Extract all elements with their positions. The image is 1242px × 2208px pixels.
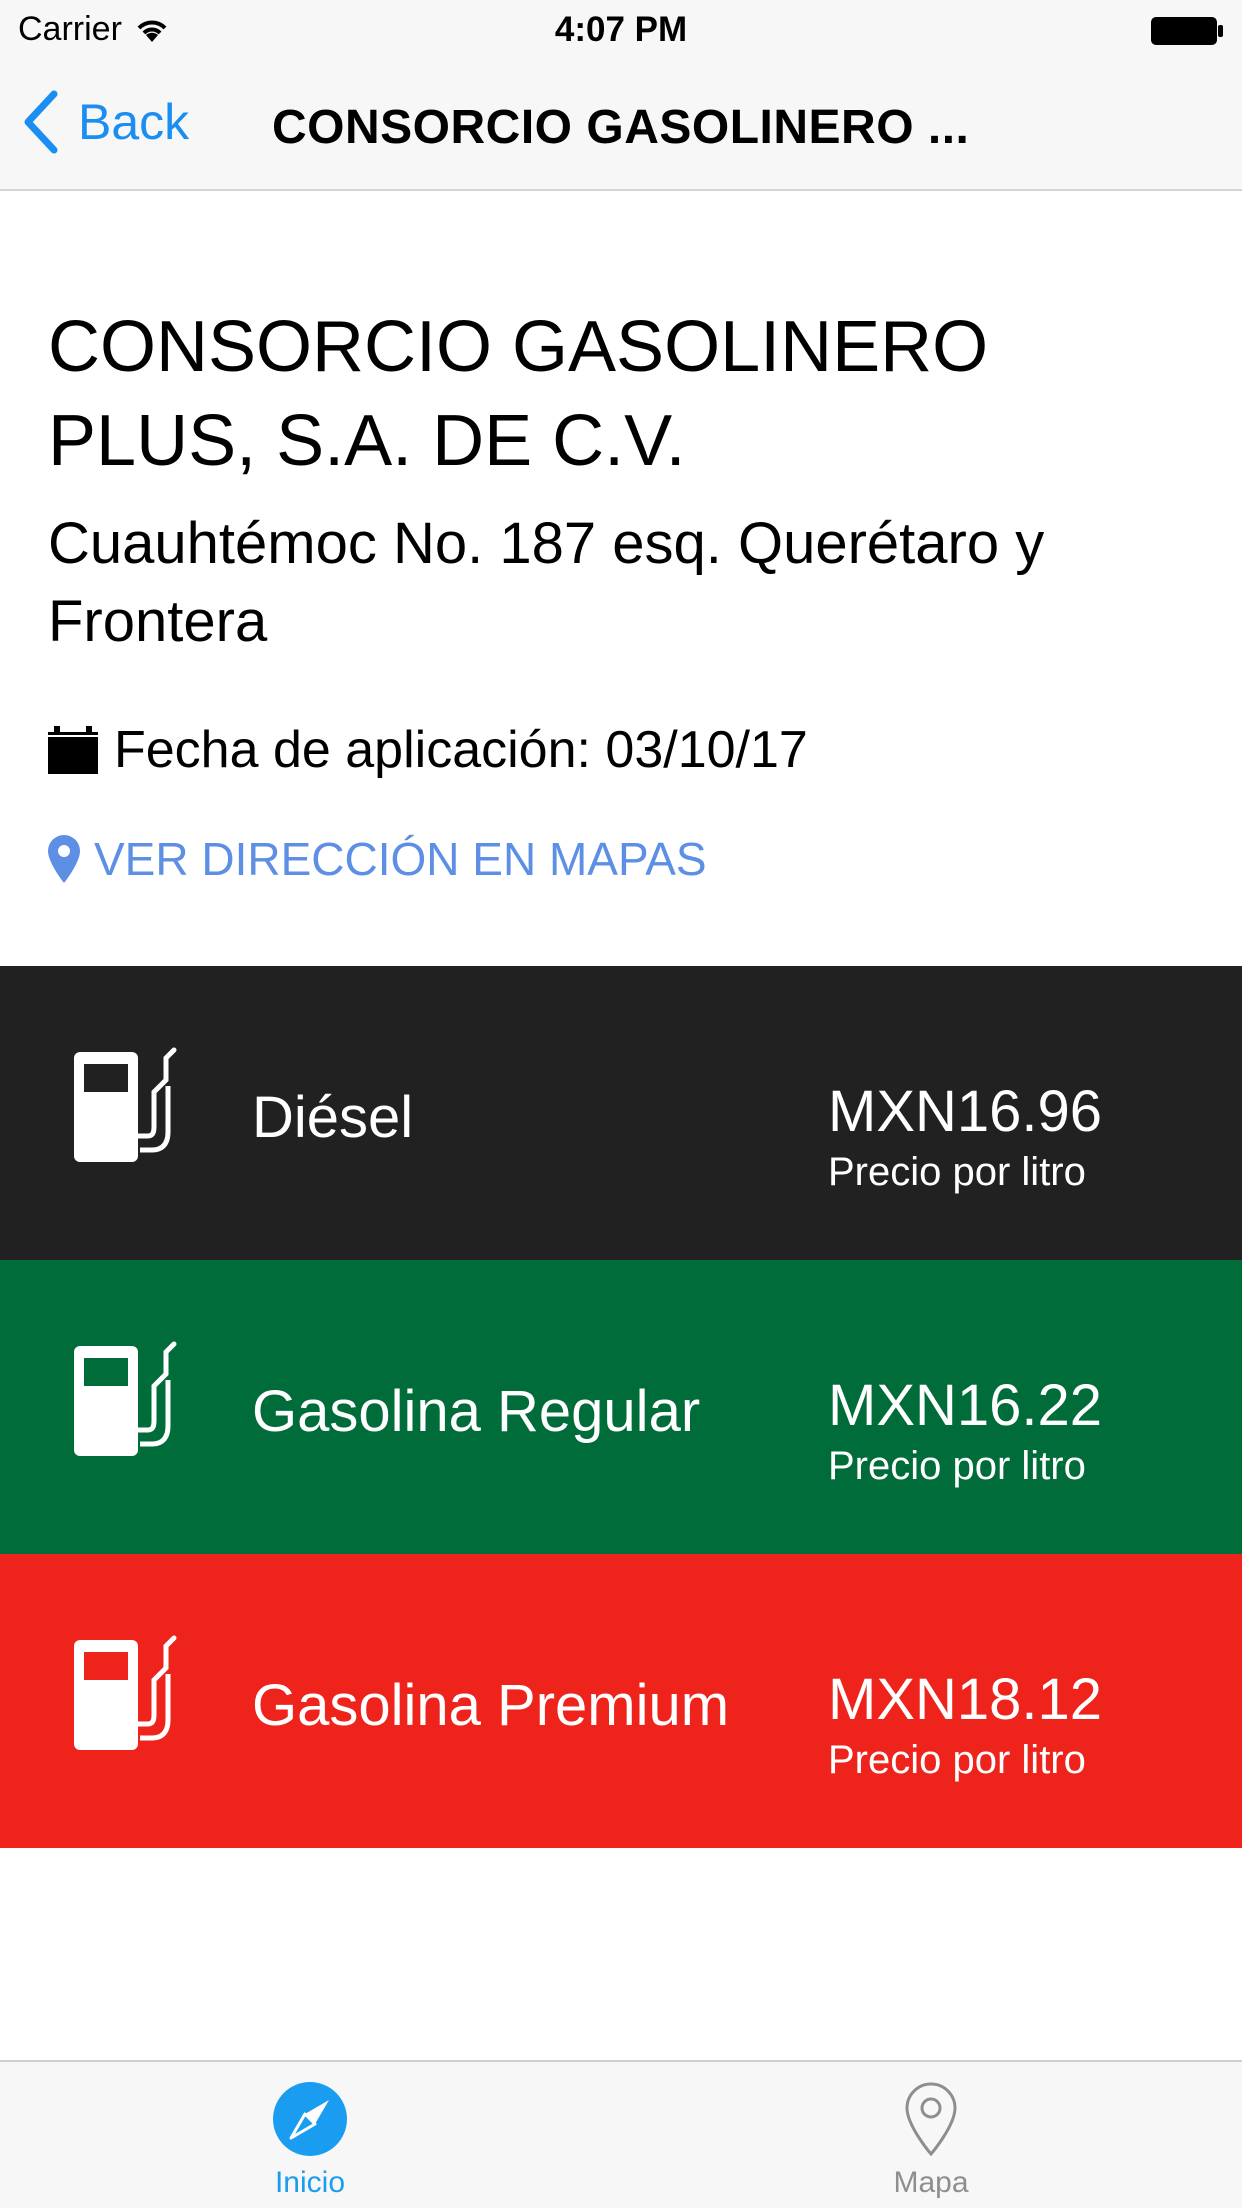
status-time: 4:07 PM (554, 10, 688, 49)
fuel-price-unit: Precio por litro (828, 1444, 1086, 1488)
fuel-price: MXN16.96 (828, 1079, 1103, 1144)
fuel-name: Gasolina Regular (252, 1379, 701, 1444)
tab-mapa-label: Mapa (893, 2166, 969, 2199)
view-in-maps-link[interactable]: VER DIRECCIÓN EN MAPAS (48, 832, 707, 886)
navigation-bar: Back CONSORCIO GASOLINERO ... (0, 60, 1242, 191)
fuel-price: MXN16.22 (828, 1373, 1103, 1438)
fuel-name: Diésel (252, 1085, 414, 1150)
back-label: Back (78, 94, 190, 150)
battery-icon (1151, 17, 1223, 45)
status-bar: Carrier 4:07 PM (0, 0, 1242, 60)
fuel-pump-icon (74, 1341, 177, 1456)
date-text: Fecha de aplicación: 03/10/17 (114, 721, 808, 779)
fuel-pump-icon (74, 1635, 177, 1750)
application-date: Fecha de aplicación: 03/10/17 (48, 720, 808, 780)
location-pin-icon (48, 835, 80, 883)
chevron-left-icon (24, 90, 58, 154)
fuel-price-list: Diésel MXN16.96 Precio por litro Gasolin… (0, 966, 1242, 1848)
calendar-icon (48, 726, 98, 774)
map-link-label: VER DIRECCIÓN EN MAPAS (94, 833, 707, 885)
fuel-row-gasolina-premium: Gasolina Premium MXN18.12 Precio por lit… (0, 1554, 1242, 1848)
back-button[interactable]: Back (22, 90, 189, 154)
tab-bar: Inicio Mapa (0, 2060, 1242, 2208)
tab-inicio-label: Inicio (274, 2166, 346, 2199)
fuel-price-unit: Precio por litro (828, 1738, 1086, 1782)
station-name: CONSORCIO GASOLINERO PLUS, S.A. DE C.V. (48, 307, 989, 481)
fuel-pump-icon (74, 1047, 177, 1162)
nav-title: CONSORCIO GASOLINERO ... (272, 101, 970, 154)
compass-icon (273, 2082, 347, 2156)
map-pin-icon (905, 2082, 957, 2157)
fuel-row-diesel: Diésel MXN16.96 Precio por litro (0, 966, 1242, 1260)
fuel-price: MXN18.12 (828, 1667, 1103, 1732)
fuel-name: Gasolina Premium (252, 1673, 730, 1738)
fuel-row-gasolina-regular: Gasolina Regular MXN16.22 Precio por lit… (0, 1260, 1242, 1554)
tab-inicio[interactable]: Inicio (210, 2080, 410, 2200)
station-address: Cuauhtémoc No. 187 esq. Querétaro y Fron… (48, 511, 1045, 654)
fuel-price-unit: Precio por litro (828, 1150, 1086, 1194)
tab-mapa[interactable]: Mapa (831, 2080, 1031, 2200)
